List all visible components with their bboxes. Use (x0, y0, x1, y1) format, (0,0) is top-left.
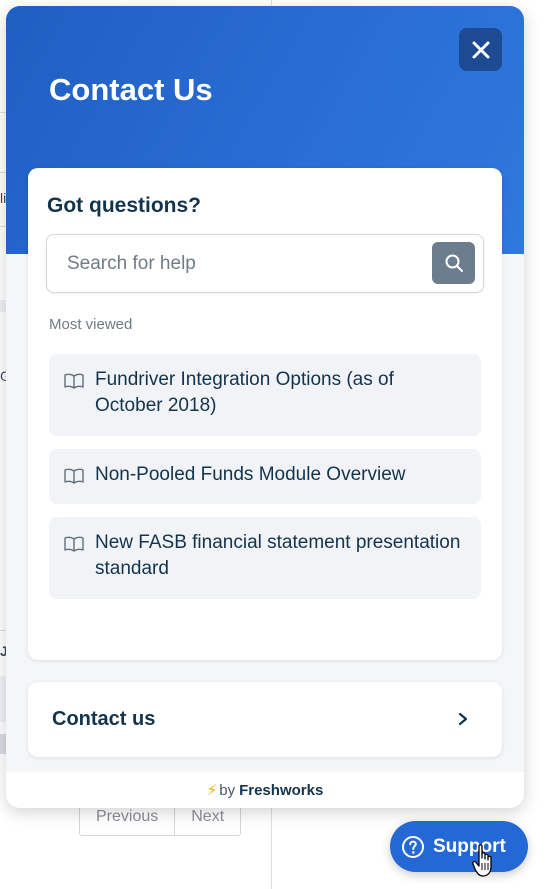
search-card: Got questions? Most viewed Fundriver Int… (28, 168, 502, 660)
hand-cursor-icon (472, 844, 492, 877)
footer-brand[interactable]: Freshworks (239, 782, 323, 799)
help-circle-icon (402, 835, 424, 858)
book-icon (64, 373, 84, 389)
contact-us-button[interactable]: Contact us (28, 682, 502, 757)
article-title: Non-Pooled Funds Module Overview (95, 464, 406, 485)
article-item[interactable]: Fundriver Integration Options (as of Oct… (49, 354, 481, 436)
widget-title: Contact Us (49, 72, 213, 107)
footer-prefix: by (219, 781, 236, 799)
close-icon (472, 41, 489, 58)
book-icon (64, 468, 84, 484)
chevron-right-icon (458, 712, 468, 726)
search-input[interactable] (48, 236, 428, 291)
article-item[interactable]: Non-Pooled Funds Module Overview (49, 449, 481, 504)
article-title: Fundriver Integration Options (as of Oct… (95, 369, 394, 416)
contact-us-label: Contact us (52, 708, 156, 730)
article-title: New FASB financial statement presentatio… (95, 532, 461, 579)
lightning-icon: ⚡ (206, 782, 218, 799)
book-icon (64, 536, 84, 552)
article-item[interactable]: New FASB financial statement presentatio… (49, 517, 481, 599)
close-button[interactable] (459, 28, 502, 71)
section-label: Most viewed (49, 316, 133, 333)
card-title: Got questions? (47, 194, 201, 217)
support-launcher-button[interactable]: Support (390, 821, 528, 872)
search-icon (445, 254, 463, 272)
powered-by-footer: ⚡ by Freshworks (6, 772, 524, 808)
help-widget: Contact Us Got questions? Most viewed Fu… (6, 6, 524, 808)
search-button[interactable] (432, 242, 475, 284)
search-box (46, 234, 484, 293)
